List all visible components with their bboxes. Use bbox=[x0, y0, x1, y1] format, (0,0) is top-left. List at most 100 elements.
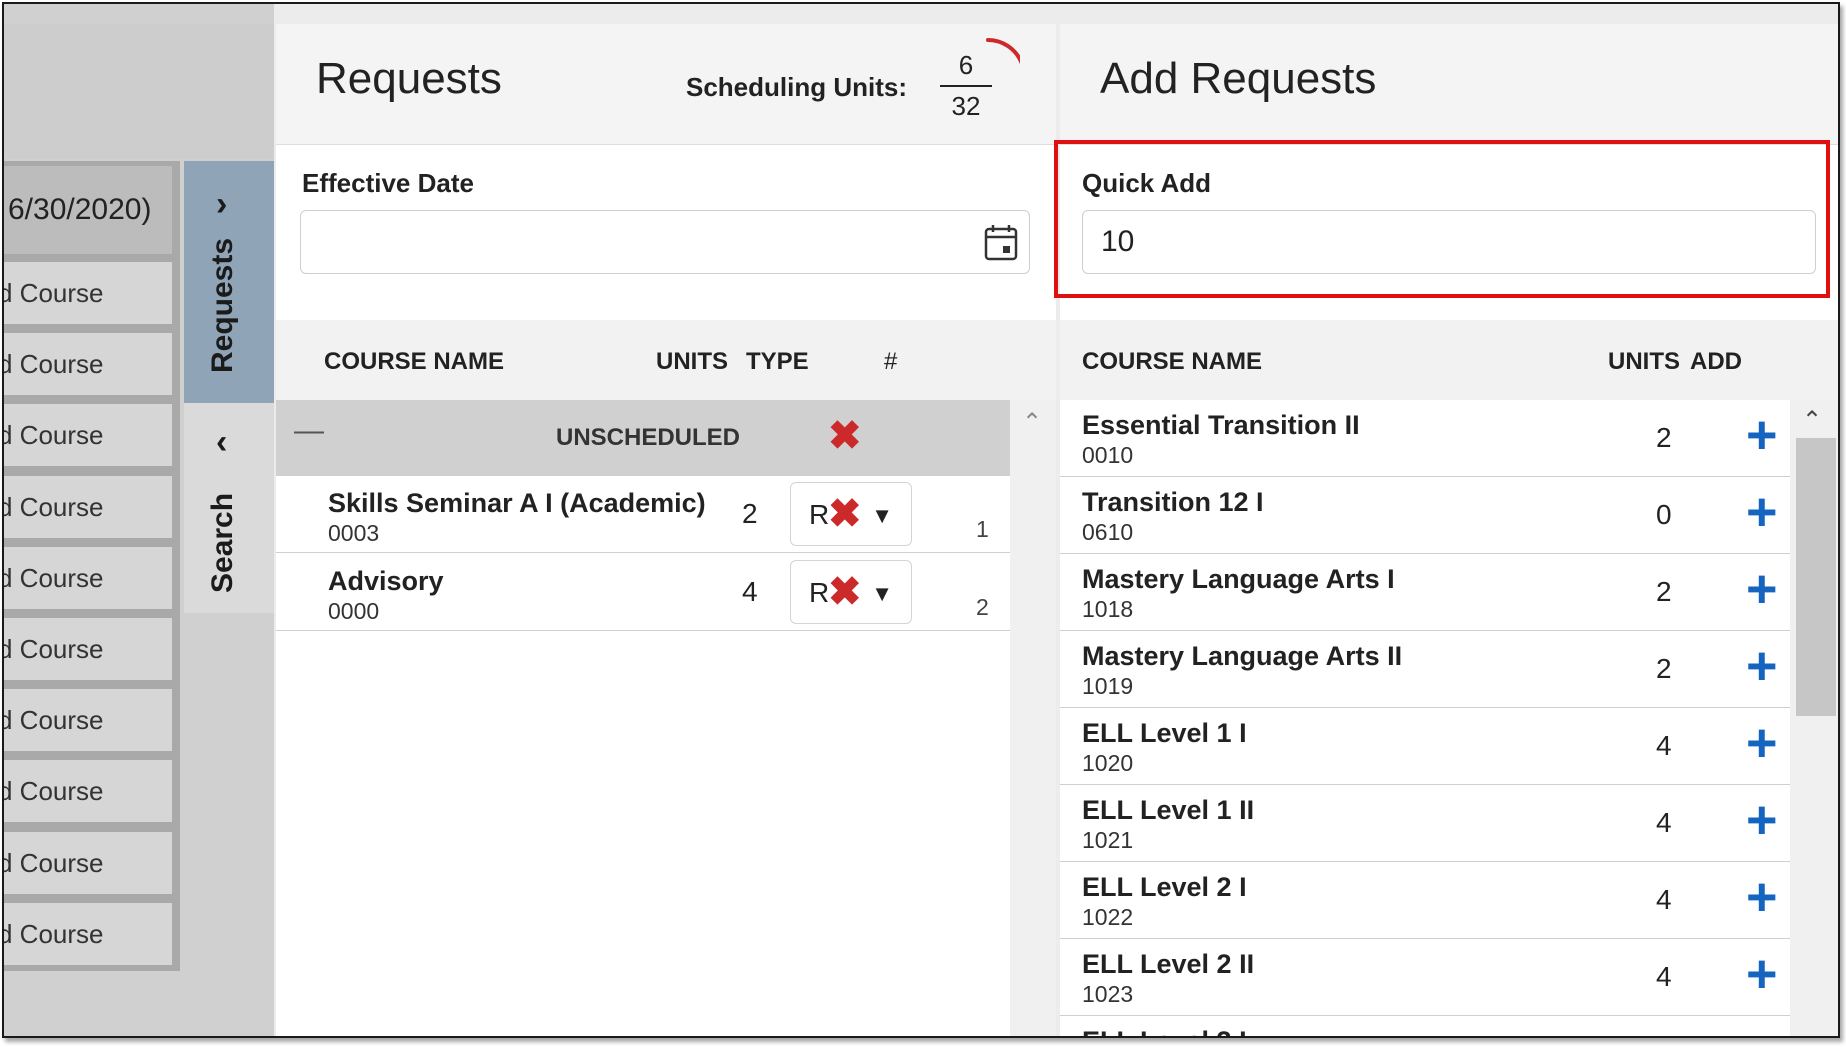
plus-icon[interactable]: + bbox=[1746, 408, 1778, 462]
col-course-name: COURSE NAME bbox=[324, 348, 505, 375]
plus-icon[interactable]: + bbox=[1746, 870, 1778, 924]
close-icon[interactable]: ✖ bbox=[828, 572, 862, 612]
course-name: ELL Level 2 II bbox=[1082, 949, 1255, 979]
request-position: 1 bbox=[976, 516, 989, 542]
requests-header: Requests Scheduling Units: 6 32 bbox=[276, 24, 1056, 145]
scheduling-units-fraction: 6 32 bbox=[936, 50, 996, 122]
col-position: # bbox=[884, 348, 898, 375]
course-code: 1019 bbox=[1082, 673, 1134, 699]
request-position: 2 bbox=[976, 594, 989, 620]
add-course-row[interactable]: ELL Level 3 I + bbox=[1060, 1016, 1790, 1036]
add-table-header: COURSE NAME UNITS ADD bbox=[1060, 320, 1838, 401]
plus-icon[interactable]: + bbox=[1746, 793, 1778, 847]
close-icon[interactable]: ✖ bbox=[828, 416, 862, 456]
plus-icon[interactable]: + bbox=[1746, 947, 1778, 1001]
add-course-row[interactable]: Essential Transition II 0010 2 + bbox=[1060, 400, 1790, 477]
add-requests-panel: Add Requests Quick Add COURSE NAME UNITS… bbox=[1054, 24, 1838, 1036]
add-course-row[interactable]: Mastery Language Arts II 1019 2 + bbox=[1060, 631, 1790, 708]
chevron-right-icon: › bbox=[216, 185, 228, 223]
add-course-row[interactable]: ELL Level 1 II 1021 4 + bbox=[1060, 785, 1790, 862]
course-name: Mastery Language Arts II bbox=[1082, 641, 1403, 671]
unscheduled-group-header: — UNSCHEDULED ✖ bbox=[276, 400, 1010, 476]
scroll-up-icon[interactable]: ⌃ bbox=[1802, 406, 1822, 435]
page-title: Requests bbox=[316, 54, 502, 103]
scroll-thumb[interactable] bbox=[1796, 438, 1836, 716]
term-date-label: 6/30/2020) bbox=[4, 166, 172, 254]
add-course-row[interactable]: ELL Level 1 I 1020 4 + bbox=[1060, 708, 1790, 785]
schedule-list-item[interactable]: d Course bbox=[4, 618, 172, 680]
course-name: Essential Transition II bbox=[1082, 410, 1360, 440]
plus-icon[interactable]: + bbox=[1746, 716, 1778, 770]
schedule-list-item[interactable]: d Course bbox=[4, 404, 172, 467]
course-units: 4 bbox=[742, 576, 758, 607]
schedule-list-item[interactable]: d Course bbox=[4, 333, 172, 396]
request-row: Advisory 0000 4 R ▼ ✖ 2 bbox=[276, 554, 1010, 631]
quick-add-input[interactable] bbox=[1082, 210, 1816, 274]
course-code: 1022 bbox=[1082, 904, 1134, 930]
plus-icon[interactable]: + bbox=[1746, 562, 1778, 616]
course-name: ELL Level 1 II bbox=[1082, 795, 1255, 825]
add-requests-header: Add Requests bbox=[1060, 24, 1838, 145]
add-course-row[interactable]: Transition 12 I 0610 0 + bbox=[1060, 477, 1790, 554]
add-course-row[interactable]: Mastery Language Arts I 1018 2 + bbox=[1060, 554, 1790, 631]
course-units: 0 bbox=[1656, 499, 1672, 530]
add-requests-title: Add Requests bbox=[1100, 54, 1377, 103]
request-type-value: R bbox=[809, 577, 830, 608]
schedule-list-item[interactable]: d Course bbox=[4, 689, 172, 752]
course-name: ELL Level 3 I bbox=[1082, 1026, 1247, 1036]
col-units: UNITS bbox=[1608, 348, 1680, 375]
plus-icon[interactable]: + bbox=[1746, 485, 1778, 539]
calendar-icon[interactable] bbox=[983, 223, 1019, 263]
schedule-list-item[interactable]: d Course bbox=[4, 831, 172, 894]
tab-search-label: Search bbox=[206, 492, 239, 593]
requests-scrollbar[interactable]: ⌃ bbox=[1010, 400, 1056, 1036]
schedule-list-item-label: d Course bbox=[4, 491, 104, 522]
course-name: Mastery Language Arts I bbox=[1082, 564, 1395, 594]
effective-date-label: Effective Date bbox=[302, 168, 474, 198]
schedule-list-item[interactable]: d Course bbox=[4, 760, 172, 823]
scroll-up-icon[interactable]: ⌃ bbox=[1022, 408, 1042, 437]
course-code: 1023 bbox=[1082, 981, 1134, 1007]
schedule-list-item-label: d Course bbox=[4, 420, 104, 451]
chevron-left-icon: ‹ bbox=[216, 423, 228, 461]
add-scrollbar[interactable]: ⌃ bbox=[1790, 400, 1838, 1036]
course-name: Skills Seminar A I (Academic) bbox=[328, 488, 706, 518]
col-course-name: COURSE NAME bbox=[1082, 348, 1263, 375]
course-code: 0003 bbox=[328, 520, 380, 546]
schedule-list-item[interactable]: d Course bbox=[4, 546, 172, 609]
schedule-list-item[interactable]: d Course bbox=[4, 262, 172, 324]
requests-table-header: COURSE NAME UNITS TYPE # bbox=[276, 320, 1056, 401]
add-course-row[interactable]: ELL Level 2 II 1023 4 + bbox=[1060, 939, 1790, 1016]
tab-search[interactable]: ‹ Search bbox=[184, 403, 274, 613]
schedule-list-item-label: d Course bbox=[4, 847, 104, 878]
col-type: TYPE bbox=[746, 348, 809, 375]
course-code: 0000 bbox=[328, 598, 380, 624]
collapse-icon[interactable]: — bbox=[294, 414, 324, 448]
schedule-list-item-label: d Course bbox=[4, 634, 104, 664]
effective-date-field[interactable] bbox=[300, 210, 1030, 274]
caret-down-icon: ▼ bbox=[871, 503, 893, 528]
schedule-list-item-label: d Course bbox=[4, 278, 104, 308]
fraction-divider bbox=[940, 85, 992, 87]
plus-icon[interactable]: + bbox=[1746, 639, 1778, 693]
plus-icon[interactable]: + bbox=[1746, 1024, 1778, 1036]
scheduling-units-total: 32 bbox=[951, 91, 981, 121]
course-code: 1021 bbox=[1082, 827, 1134, 853]
course-units: 2 bbox=[1656, 576, 1672, 607]
unscheduled-label: UNSCHEDULED bbox=[556, 424, 741, 451]
course-name: Transition 12 I bbox=[1082, 487, 1264, 517]
close-icon[interactable]: ✖ bbox=[828, 494, 862, 534]
request-row: Skills Seminar A I (Academic) 0003 2 R ▼ ✖ 1 bbox=[276, 476, 1010, 553]
schedule-list-item[interactable]: d Course bbox=[4, 902, 172, 965]
left-header bbox=[4, 24, 274, 159]
quick-add-label: Quick Add bbox=[1082, 168, 1212, 198]
course-code: 0610 bbox=[1082, 519, 1134, 545]
course-units: 4 bbox=[1656, 884, 1672, 915]
course-units: 2 bbox=[1656, 422, 1672, 453]
schedule-list-item[interactable]: d Course bbox=[4, 475, 172, 538]
tab-requests[interactable]: › Requests bbox=[184, 161, 274, 403]
course-name: ELL Level 1 I bbox=[1082, 718, 1247, 748]
add-course-row[interactable]: ELL Level 2 I 1022 4 + bbox=[1060, 862, 1790, 939]
course-units: 2 bbox=[742, 498, 758, 529]
schedule-list-item-label: d Course bbox=[4, 349, 104, 380]
